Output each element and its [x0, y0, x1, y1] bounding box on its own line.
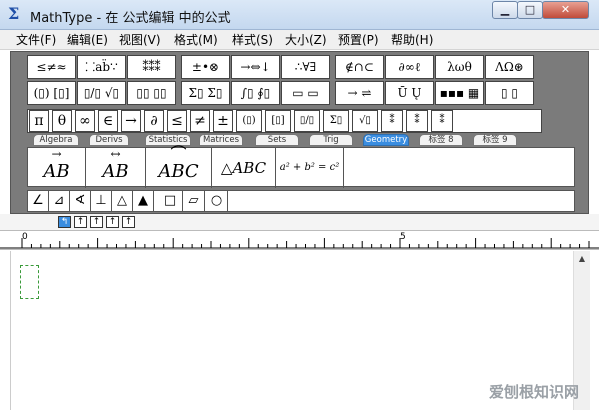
parallelogram-icon[interactable]: ▱: [183, 191, 205, 211]
menu-size[interactable]: 大小(Z): [285, 32, 327, 48]
tab-geometry[interactable]: Geometry: [363, 134, 409, 146]
brackets-template[interactable]: [▯]: [265, 110, 291, 132]
ruler-label-5: 5: [400, 232, 406, 242]
scroll-up-arrow-icon[interactable]: ▲: [574, 251, 590, 267]
circle-icon[interactable]: ○: [206, 191, 228, 211]
minimize-button[interactable]: ▁: [492, 1, 518, 19]
superscript-template[interactable]: ⁑: [406, 110, 428, 132]
square-icon[interactable]: □: [158, 191, 183, 211]
right-arrow-symbol[interactable]: →: [121, 110, 141, 132]
filled-triangle-icon[interactable]: ▲: [133, 191, 154, 211]
parentheses-template[interactable]: (▯): [236, 110, 262, 132]
nav-return-icon[interactable]: ↰: [58, 216, 71, 228]
palette-summations[interactable]: Σ▯ Σ▯: [181, 81, 230, 105]
not-equal-symbol[interactable]: ≠: [190, 110, 210, 132]
window-title: MathType - 在 公式编辑 中的公式: [30, 11, 231, 26]
arc-icon: ⌒: [170, 144, 187, 163]
palette-labeled-arrows[interactable]: → ⇌: [335, 81, 384, 105]
watermark: 爱刨根知识网: [489, 383, 580, 401]
mathtype-app-icon: Σ: [8, 4, 20, 23]
menu-bar: 文件(F) 编辑(E) 视图(V) 格式(M) 样式(S) 大小(Z) 预置(P…: [0, 30, 599, 50]
vector-label: AB: [43, 161, 70, 182]
angle-icon[interactable]: ∠: [28, 191, 49, 211]
triangle-template[interactable]: △ABC: [212, 148, 276, 188]
palette-sets[interactable]: ∉∩⊂: [335, 55, 384, 79]
mathtype-toolbar: ≤≠≈ ⸬ab̈∵ ⁑⁑⁑ ±•⊗ →⇔↓ ∴∀∃ ∉∩⊂ ∂∞ℓ λωθ ΛΩ…: [10, 51, 589, 214]
palette-boxes[interactable]: ▯ ▯: [485, 81, 534, 105]
palette-embellishments[interactable]: ⁑⁑⁑: [127, 55, 176, 79]
menu-style[interactable]: 样式(S): [232, 32, 273, 48]
pi-symbol[interactable]: π: [29, 110, 49, 132]
palette-fractions-radicals[interactable]: ▯/▯ √▯: [77, 81, 126, 105]
size-nav-strip: ↰ ↑ ↑ ↑ ↑: [0, 214, 599, 230]
palette-greek-upper[interactable]: ΛΩ⊛: [485, 55, 534, 79]
partial-symbol[interactable]: ∂: [144, 110, 164, 132]
ruler-label-0: 0: [22, 232, 28, 242]
palette-greek-lower[interactable]: λωθ: [435, 55, 484, 79]
summation-template[interactable]: Σ▯: [323, 110, 349, 132]
maximize-button[interactable]: □: [517, 1, 543, 19]
measured-angle-icon[interactable]: ⊿: [49, 191, 70, 211]
tab-label-8[interactable]: 标签 8: [419, 134, 463, 146]
tab-label-9[interactable]: 标签 9: [473, 134, 517, 146]
sqrt-template[interactable]: √▯: [352, 110, 378, 132]
palette-relations[interactable]: ≤≠≈: [27, 55, 76, 79]
geometry-symbol-strip: ∠ ⊿ ∢ ⊥ △ ▲ □ ▱ ○: [27, 190, 575, 212]
menu-help[interactable]: 帮助(H): [391, 32, 433, 48]
palette-matrices[interactable]: ▪▪▪ ▦: [435, 81, 484, 105]
infinity-symbol[interactable]: ∞: [75, 110, 95, 132]
menu-preferences[interactable]: 预置(P): [338, 32, 379, 48]
palette-logic[interactable]: ∴∀∃: [281, 55, 330, 79]
close-button[interactable]: ✕: [542, 1, 589, 19]
line-label: AB: [102, 161, 129, 182]
tab-sets[interactable]: Sets: [255, 134, 299, 146]
tab-derivs[interactable]: Derivs: [89, 134, 129, 146]
menu-format[interactable]: 格式(M): [174, 32, 218, 48]
arc-label: ABC: [158, 161, 199, 182]
template-strip: → AB ↔ AB ⌒ ABC △ABC a² + b² = c²: [27, 144, 575, 188]
tab-trig[interactable]: Trig: [309, 134, 353, 146]
menu-edit[interactable]: 编辑(E): [67, 32, 108, 48]
palette-products[interactable]: Ū Ų: [385, 81, 434, 105]
palette-arrows[interactable]: →⇔↓: [231, 55, 280, 79]
palette-subscripts[interactable]: ▯▯ ▯▯: [127, 81, 176, 105]
nav-up-icon[interactable]: ↑: [74, 216, 87, 228]
symbol-bar: π θ ∞ ∈ → ∂ ≤ ≠ ± (▯) [▯] ▯/▯ Σ▯ √▯ ⁑ ⁑ …: [27, 109, 542, 133]
ruler[interactable]: 0 5: [0, 230, 599, 250]
plus-minus-symbol[interactable]: ±: [213, 110, 233, 132]
nav-up-2-icon[interactable]: ↑: [90, 216, 103, 228]
palette-fences[interactable]: (▯) [▯]: [27, 81, 76, 105]
line-template[interactable]: ↔ AB: [86, 148, 146, 188]
palette-operators[interactable]: ±•⊗: [181, 55, 230, 79]
ruler-ticks: [0, 238, 599, 249]
palette-misc[interactable]: ∂∞ℓ: [385, 55, 434, 79]
nav-up-4-icon[interactable]: ↑: [122, 216, 135, 228]
nav-up-3-icon[interactable]: ↑: [106, 216, 119, 228]
element-of-symbol[interactable]: ∈: [98, 110, 118, 132]
tab-algebra[interactable]: Algebra: [33, 134, 79, 146]
less-equal-symbol[interactable]: ≤: [167, 110, 187, 132]
vector-template[interactable]: → AB: [28, 148, 86, 188]
right-arrow-icon: →: [51, 147, 62, 161]
palette-spaces-ellipses[interactable]: ⸬ab̈∵: [77, 55, 126, 79]
title-bar: Σ MathType - 在 公式编辑 中的公式 ▁ □ ✕: [0, 0, 599, 30]
menu-file[interactable]: 文件(F): [16, 32, 56, 48]
spherical-angle-icon[interactable]: ∢: [70, 191, 91, 211]
theta-symbol[interactable]: θ: [52, 110, 72, 132]
empty-input-slot[interactable]: [20, 265, 39, 299]
palette-integrals[interactable]: ∫▯ ∮▯: [231, 81, 280, 105]
subscript-template[interactable]: ⁑: [381, 110, 403, 132]
fraction-template[interactable]: ▯/▯: [294, 110, 320, 132]
palette-bars[interactable]: ▭ ▭: [281, 81, 330, 105]
double-arrow-icon: ↔: [110, 147, 121, 161]
subsup-template[interactable]: ⁑: [431, 110, 453, 132]
triangle-icon[interactable]: △: [112, 191, 133, 211]
tab-matrices[interactable]: Matrices: [199, 134, 243, 146]
arc-template[interactable]: ⌒ ABC: [146, 144, 212, 188]
menu-view[interactable]: 视图(V): [119, 32, 161, 48]
pythagorean-template[interactable]: a² + b² = c²: [276, 148, 344, 188]
perpendicular-icon[interactable]: ⊥: [91, 191, 112, 211]
